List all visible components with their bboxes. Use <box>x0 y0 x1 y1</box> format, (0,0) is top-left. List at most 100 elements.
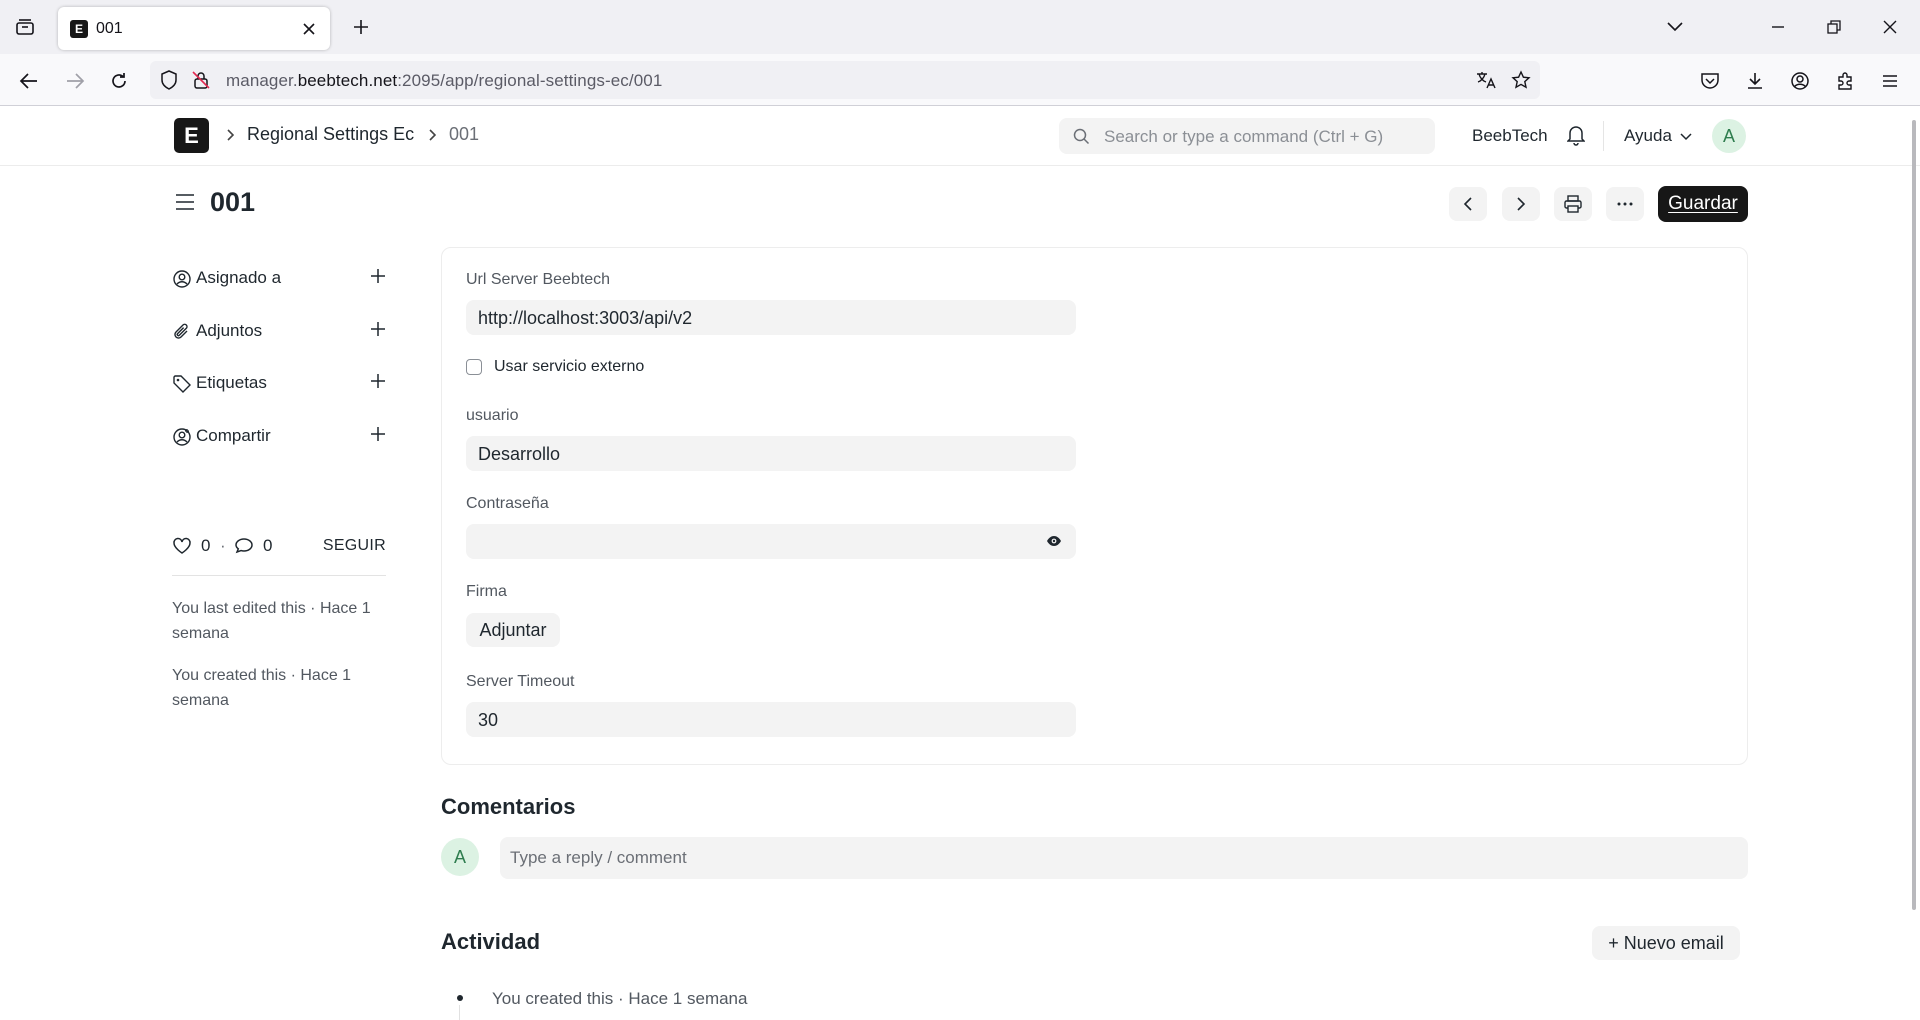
plus-icon[interactable] <box>370 373 386 389</box>
url-server-value: http://localhost:3003/api/v2 <box>478 308 693 328</box>
url-server-label: Url Server Beebtech <box>466 271 611 288</box>
sidebar-item-share[interactable]: Compartir <box>172 424 386 450</box>
sidebar-item-attachments[interactable]: Adjuntos <box>172 319 386 345</box>
help-menu[interactable]: Ayuda <box>1624 126 1672 146</box>
list-all-tabs-icon[interactable] <box>1660 12 1690 42</box>
url-bar[interactable]: manager.beebtech.net:2095/app/regional-s… <box>150 61 1540 99</box>
search-input[interactable]: Search or type a command (Ctrl + G) <box>1059 118 1435 154</box>
pocket-icon[interactable] <box>1695 66 1725 96</box>
server-timeout-input[interactable]: 30 <box>466 702 1076 737</box>
external-service-checkbox[interactable] <box>466 359 482 375</box>
breadcrumb-record[interactable]: 001 <box>449 124 479 145</box>
extensions-icon[interactable] <box>1830 66 1860 96</box>
sidebar-item-label: Asignado a <box>196 268 282 287</box>
activity-title: Actividad <box>441 929 541 954</box>
more-actions-button[interactable] <box>1606 187 1644 221</box>
app-menu-icon[interactable] <box>1875 66 1905 96</box>
search-icon <box>1073 128 1090 145</box>
tab-list-icon[interactable] <box>10 14 40 40</box>
tab-favicon-icon: E <box>70 20 88 38</box>
sidebar-divider <box>172 575 386 576</box>
tab-close-icon[interactable] <box>298 18 320 40</box>
server-timeout-label: Server Timeout <box>466 673 575 690</box>
url-text[interactable]: manager.beebtech.net:2095/app/regional-s… <box>226 71 662 91</box>
server-timeout-value: 30 <box>478 710 499 730</box>
print-button[interactable] <box>1554 187 1592 221</box>
sidebar-item-tags[interactable]: Etiquetas <box>172 371 386 397</box>
paperclip-icon <box>172 322 192 342</box>
attach-button[interactable]: Adjuntar <box>466 613 560 647</box>
translate-icon[interactable] <box>1475 69 1497 91</box>
new-tab-icon[interactable] <box>348 14 374 40</box>
share-user-icon <box>172 427 192 447</box>
plus-icon[interactable] <box>370 321 386 337</box>
back-icon[interactable] <box>14 66 44 96</box>
chevron-right-icon <box>1517 197 1526 211</box>
follow-button[interactable]: SEGUIR <box>323 537 386 555</box>
new-email-button[interactable]: + Nuevo email <box>1592 926 1740 960</box>
last-edited-note: You last edited this · Hace 1 semana <box>172 600 371 642</box>
sidebar-item-label: Compartir <box>196 426 271 445</box>
eye-icon[interactable] <box>1046 535 1062 547</box>
breadcrumb-doctype[interactable]: Regional Settings Ec <box>247 124 414 145</box>
downloads-icon[interactable] <box>1740 66 1770 96</box>
breadcrumb-chevron-icon <box>428 129 436 141</box>
tab-title: 001 <box>96 20 123 37</box>
timeline-dot <box>457 995 463 1001</box>
app-logo[interactable]: E <box>174 118 209 153</box>
external-service-label[interactable]: Usar servicio externo <box>494 358 644 376</box>
signature-label: Firma <box>466 583 507 600</box>
minimize-icon[interactable] <box>1763 12 1793 42</box>
plus-icon[interactable] <box>370 268 386 284</box>
header-divider <box>1603 121 1604 151</box>
url-server-input[interactable]: http://localhost:3003/api/v2 <box>466 300 1076 335</box>
sidebar-toggle-icon[interactable] <box>174 192 196 212</box>
search-placeholder: Search or type a command (Ctrl + G) <box>1104 127 1384 146</box>
account-icon[interactable] <box>1785 66 1815 96</box>
restore-icon[interactable] <box>1819 12 1849 42</box>
comment-input[interactable]: Type a reply / comment <box>500 837 1748 879</box>
tag-icon <box>172 374 192 394</box>
forward-icon[interactable] <box>60 66 90 96</box>
sidebar-item-label: Adjuntos <box>196 321 263 340</box>
ellipsis-icon <box>1617 202 1633 206</box>
user-label: usuario <box>466 407 519 424</box>
sidebar-item-assigned-to[interactable]: Asignado a <box>172 266 386 292</box>
like-comment-stats: 0 · 0 SEGUIR <box>172 534 386 560</box>
timeline-line <box>459 1005 460 1020</box>
assign-icon <box>172 269 192 289</box>
comment-avatar: A <box>441 838 479 876</box>
browser-tab-bar: E 001 <box>0 0 1920 54</box>
user-value: Desarrollo <box>478 444 561 464</box>
printer-icon <box>1564 195 1582 213</box>
password-label: Contraseña <box>466 495 549 512</box>
chevron-left-icon <box>1463 197 1472 211</box>
chevron-down-icon[interactable] <box>1680 133 1692 141</box>
user-input[interactable]: Desarrollo <box>466 436 1076 471</box>
save-button[interactable]: Guardar <box>1658 186 1748 222</box>
heart-icon[interactable] <box>172 537 192 555</box>
password-input[interactable] <box>466 524 1076 559</box>
page-scrollbar[interactable] <box>1912 120 1916 910</box>
bookmark-star-icon[interactable] <box>1510 69 1532 91</box>
close-window-icon[interactable] <box>1875 12 1905 42</box>
app-header: E Regional Settings Ec 001 Search or typ… <box>0 107 1920 166</box>
browser-nav-bar: manager.beebtech.net:2095/app/regional-s… <box>0 54 1920 106</box>
comment-icon[interactable] <box>234 537 254 555</box>
comment-placeholder: Type a reply / comment <box>510 848 687 867</box>
reload-icon[interactable] <box>104 66 134 96</box>
plus-icon[interactable] <box>370 426 386 442</box>
browser-tab-active[interactable]: E 001 <box>58 7 330 50</box>
comment-count: 0 <box>263 536 273 555</box>
activity-item: You created this · Hace 1 semana <box>492 989 748 1008</box>
previous-record-button[interactable] <box>1449 187 1487 221</box>
next-record-button[interactable] <box>1502 187 1540 221</box>
insecure-lock-icon[interactable] <box>190 69 212 91</box>
like-count: 0 <box>201 536 211 555</box>
breadcrumb-chevron-icon <box>226 129 234 141</box>
notification-bell-icon[interactable] <box>1567 124 1585 146</box>
company-name[interactable]: BeebTech <box>1472 126 1548 146</box>
page-title: 001 <box>210 187 256 217</box>
shield-icon[interactable] <box>158 69 180 91</box>
user-avatar[interactable]: A <box>1712 119 1746 153</box>
